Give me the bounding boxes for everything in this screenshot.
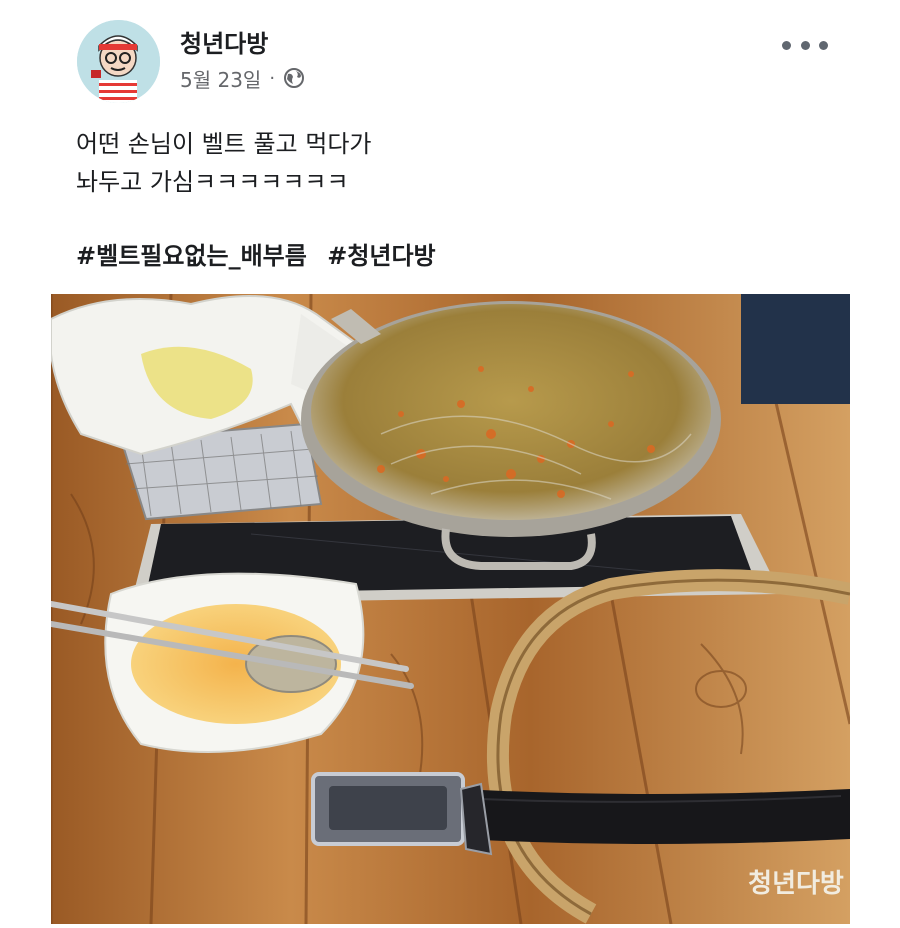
page-avatar[interactable] xyxy=(77,20,160,103)
meta-separator: · xyxy=(269,67,276,89)
page-name[interactable]: 청년다방 xyxy=(180,24,268,59)
globe-icon[interactable] xyxy=(283,67,305,89)
hashtag-link[interactable]: #벨트필요없는_배부름 xyxy=(76,242,307,270)
photo-watermark: 청년다방 xyxy=(748,869,844,899)
facebook-post: 청년다방 5월 23일 · 어떤 손님이 벨트 풀고 먹다가 놔두고 가심ㅋㅋㅋ… xyxy=(0,0,900,928)
post-text-line-1: 어떤 손님이 벨트 풀고 먹다가 xyxy=(76,130,372,158)
post-text-line-2: 놔두고 가심ㅋㅋㅋㅋㅋㅋㅋ xyxy=(76,168,349,196)
dot xyxy=(782,40,791,50)
post-photo[interactable]: 청년다방 xyxy=(51,294,850,924)
avatar-illustration xyxy=(77,20,160,103)
dot xyxy=(800,40,810,50)
post-date[interactable]: 5월 23일 xyxy=(180,64,261,93)
hashtag-link[interactable]: #청년다방 xyxy=(327,242,435,270)
dot xyxy=(819,40,828,50)
more-options-icon[interactable] xyxy=(782,30,828,60)
hashtags: #벨트필요없는_배부름 #청년다방 xyxy=(76,236,448,271)
post-meta: 5월 23일 · xyxy=(180,64,305,92)
photo-illustration: 청년다방 xyxy=(51,294,850,924)
